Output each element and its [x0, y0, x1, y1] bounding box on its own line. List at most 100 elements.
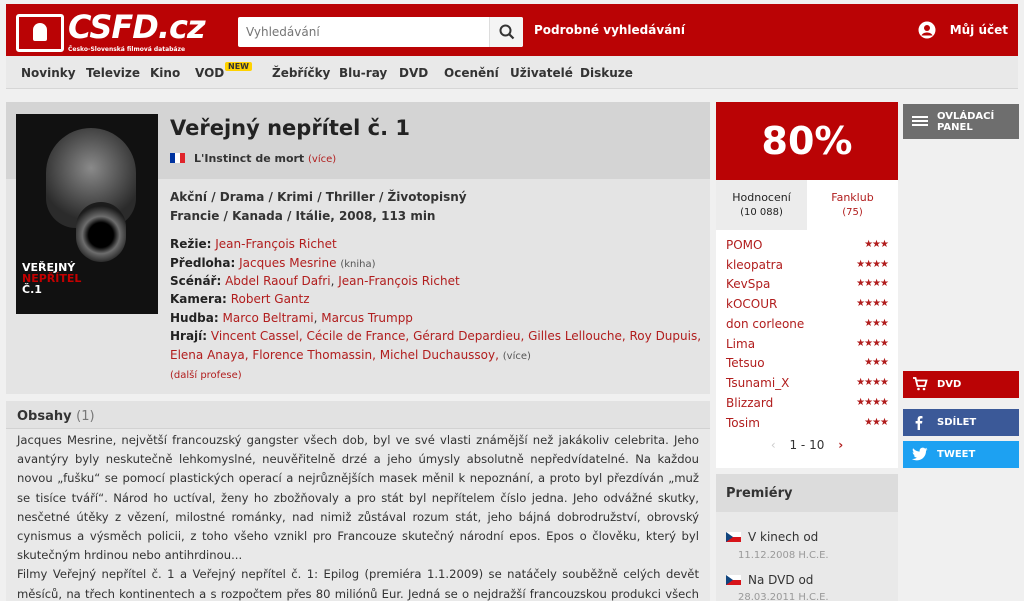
site-header: CSFD.cz Česko-Slovenská filmová databáze…	[6, 4, 1018, 56]
search-input[interactable]	[238, 17, 488, 47]
rating-percent: 80%	[716, 102, 898, 180]
search-icon	[499, 24, 515, 40]
nav-item-diskuze[interactable]: Diskuze	[580, 66, 633, 80]
nav-item-vod-label: VOD	[195, 66, 225, 80]
stars-icon: ★★★	[864, 318, 889, 329]
list-item[interactable]: Blizzard ★★★★	[726, 396, 889, 416]
cast-links-line2[interactable]: Elena Anaya, Florence Thomassin, Michel …	[170, 348, 499, 362]
account-label: Můj účet	[949, 23, 1008, 37]
account-link[interactable]: Můj účet	[918, 21, 1008, 39]
premieres-section: Premiéry V kinech od 11.12.2008 H.C.E. N…	[716, 474, 898, 601]
film-poster[interactable]: VEŘEJNÝ NEPŘÍTEL Č.1	[16, 114, 158, 314]
writer-link-1[interactable]: Abdel Raouf Dafri	[225, 274, 330, 288]
czech-flag-icon	[726, 575, 741, 585]
dvd-label: DVD	[937, 379, 962, 390]
film-title: Veřejný nepřítel č. 1	[170, 116, 411, 140]
list-item[interactable]: kleopatra ★★★★	[726, 258, 889, 278]
raters-pager: ‹ 1 - 10 ›	[716, 438, 898, 452]
nav-item-televize[interactable]: Televize	[86, 66, 140, 80]
stars-icon: ★★★★	[856, 377, 889, 388]
facebook-share-button[interactable]: SDÍLET	[903, 409, 1019, 436]
more-professions: (další profese)	[170, 367, 242, 381]
site-logo[interactable]: CSFD.cz Česko-Slovenská filmová databáze	[16, 8, 206, 54]
stars-icon: ★★★	[864, 417, 889, 428]
nav-item-bluray[interactable]: Blu-ray	[339, 66, 387, 80]
menu-icon	[912, 116, 928, 118]
premieres-header: Premiéry	[716, 474, 898, 512]
list-item[interactable]: don corleone ★★★	[726, 317, 889, 337]
nav-item-vod[interactable]: VOD NEW	[195, 62, 252, 80]
list-item[interactable]: kOCOUR ★★★★	[726, 297, 889, 317]
list-item[interactable]: Tsunami_X ★★★★	[726, 376, 889, 396]
nav-item-novinky[interactable]: Novinky	[21, 66, 76, 80]
stars-icon: ★★★★	[856, 397, 889, 408]
synopsis-header: Obsahy (1)	[6, 401, 710, 429]
list-item[interactable]: Lima ★★★★	[726, 337, 889, 357]
twitter-tweet-button[interactable]: TWEET	[903, 441, 1019, 468]
stars-icon: ★★★★	[856, 259, 889, 270]
premieres-title: Premiéry	[726, 486, 793, 501]
camera-link[interactable]: Robert Gantz	[231, 292, 310, 306]
crew-music: Hudba: Marco Beltrami, Marcus Trumpp	[170, 311, 413, 325]
writer-link-2[interactable]: Jean-François Richet	[338, 274, 459, 288]
list-item[interactable]: Tetsuo ★★★	[726, 356, 889, 376]
tab-fanclub[interactable]: Fanklub (75)	[807, 180, 898, 230]
main-nav: Novinky Televize Kino VOD NEW Žebříčky Bl…	[6, 56, 1018, 89]
poster-title: VEŘEJNÝ NEPŘÍTEL Č.1	[22, 261, 82, 296]
nav-item-oceneni[interactable]: Ocenění	[444, 66, 499, 80]
logo-icon	[16, 14, 64, 52]
france-flag-icon	[170, 153, 185, 163]
user-icon	[918, 21, 936, 39]
nav-item-kino[interactable]: Kino	[150, 66, 180, 80]
stars-icon: ★★★★	[856, 298, 889, 309]
crew-writer: Scénář: Abdel Raouf Dafri, Jean-François…	[170, 274, 460, 288]
list-item[interactable]: POMO ★★★	[726, 238, 889, 258]
crew-director: Režie: Jean-François Richet	[170, 237, 337, 251]
cart-icon	[913, 377, 928, 391]
nav-item-uzivatele[interactable]: Uživatelé	[510, 66, 573, 80]
film-origin: Francie / Kanada / Itálie, 2008, 113 min	[170, 209, 436, 223]
list-item[interactable]: Tosim ★★★	[726, 416, 889, 436]
more-professions-link[interactable]: (další profese)	[170, 370, 242, 381]
tab-ratings[interactable]: Hodnocení (10 088)	[716, 180, 807, 230]
logo-subtitle: Česko-Slovenská filmová databáze	[68, 46, 186, 53]
stars-icon: ★★★★	[856, 278, 889, 289]
music-link-2[interactable]: Marcus Trumpp	[321, 311, 413, 325]
premiere-row: V kinech od	[726, 530, 818, 544]
pager-range: 1 - 10	[789, 438, 825, 452]
original-title-text: L'Instinct de mort	[194, 152, 305, 165]
share-label: SDÍLET	[937, 417, 977, 428]
film-detail: VEŘEJNÝ NEPŘÍTEL Č.1 Veřejný nepřítel č.…	[6, 102, 710, 394]
facebook-icon	[915, 416, 923, 430]
logo-text: CSFD.cz	[68, 8, 206, 46]
cast-links-line1[interactable]: Vincent Cassel, Cécile de France, Gérard…	[211, 329, 701, 343]
twitter-icon	[912, 447, 928, 461]
dvd-button[interactable]: DVD	[903, 371, 1019, 398]
synopsis-section: Obsahy (1) Jacques Mesrine, největší fra…	[6, 401, 710, 601]
nav-item-dvd[interactable]: DVD	[399, 66, 428, 80]
control-panel-button[interactable]: OVLÁDACÍ PANEL	[903, 104, 1019, 139]
chevron-left-icon[interactable]: ‹	[771, 438, 776, 452]
synopsis-title: Obsahy (1)	[17, 409, 95, 424]
director-link[interactable]: Jean-François Richet	[215, 237, 336, 251]
premiere-date: 28.03.2011 H.C.E.	[738, 592, 829, 601]
nav-item-zebricky[interactable]: Žebříčky	[272, 66, 330, 80]
search-button[interactable]	[489, 17, 523, 47]
cast-more-link[interactable]: (více)	[503, 351, 531, 362]
list-item[interactable]: KevSpa ★★★★	[726, 277, 889, 297]
crew-cast-line2: Elena Anaya, Florence Thomassin, Michel …	[170, 348, 531, 362]
rating-column: 80% Hodnocení (10 088) Fanklub (75) POMO…	[716, 102, 898, 468]
control-panel-label: OVLÁDACÍ PANEL	[937, 111, 995, 133]
chevron-right-icon[interactable]: ›	[838, 438, 843, 452]
crew-source: Předloha: Jacques Mesrine (kniha)	[170, 256, 376, 270]
original-title: L'Instinct de mort (více)	[170, 152, 336, 165]
crew-camera: Kamera: Robert Gantz	[170, 292, 310, 306]
new-badge: NEW	[225, 62, 252, 71]
stars-icon: ★★★	[864, 239, 889, 250]
original-title-more-link[interactable]: (více)	[308, 154, 336, 165]
film-genres: Akční / Drama / Krimi / Thriller / Život…	[170, 190, 467, 204]
advanced-search-link[interactable]: Podrobné vyhledávání	[534, 23, 685, 37]
source-link[interactable]: Jacques Mesrine	[239, 256, 336, 270]
synopsis-text: Jacques Mesrine, největší francouzský ga…	[17, 433, 699, 601]
music-link-1[interactable]: Marco Beltrami	[223, 311, 314, 325]
